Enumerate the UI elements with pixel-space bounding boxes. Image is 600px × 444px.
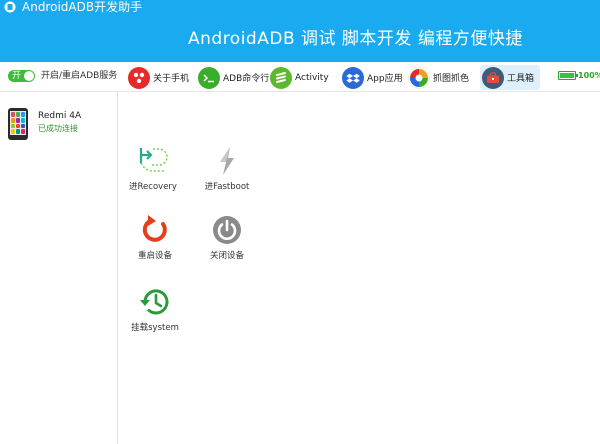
color-wheel-icon	[408, 66, 430, 89]
adb-service-toggle[interactable]: 开	[8, 70, 35, 82]
enter-recovery-button[interactable]: 进Recovery	[121, 145, 185, 201]
window-title: AndroidADB开发助手	[22, 0, 143, 14]
layers-icon	[270, 66, 292, 89]
device-name: Redmi 4A	[38, 111, 82, 121]
tool-about-phone[interactable]: 关于手机	[128, 65, 189, 90]
tool-capture-color[interactable]: 抓图抓色	[408, 65, 469, 90]
tool-label: 抓图抓色	[433, 74, 470, 84]
power-icon	[213, 216, 241, 244]
dropbox-icon	[342, 66, 364, 89]
tool-label: Activity	[295, 72, 329, 83]
tool-activity[interactable]: Activity	[270, 65, 329, 90]
action-label: 进Recovery	[129, 182, 177, 192]
device-entry[interactable]: Redmi 4A 已成功连接	[6, 106, 114, 142]
tool-app[interactable]: App应用	[342, 65, 403, 90]
tool-label: 关于手机	[153, 74, 190, 84]
shutdown-device-button[interactable]: 关闭设备	[195, 214, 259, 270]
recovery-icon	[139, 148, 168, 172]
toggle-text: 开	[12, 71, 22, 81]
history-icon	[140, 289, 169, 315]
battery-fill	[560, 73, 574, 78]
lightning-icon	[220, 147, 234, 175]
adb-service-label[interactable]: 开启/重启ADB服务	[41, 70, 117, 82]
app-logo-icon	[4, 1, 16, 13]
action-label: 关闭设备	[209, 251, 244, 261]
device-status: 已成功连接	[38, 124, 78, 133]
mount-system-button[interactable]: 挂载system	[123, 286, 187, 342]
tool-label: ADB命令行	[223, 74, 270, 84]
tool-label: App应用	[367, 74, 403, 84]
device-panel: Redmi 4A 已成功连接	[0, 92, 118, 444]
restart-device-button[interactable]: 重启设备	[123, 214, 187, 270]
phone-icon	[8, 108, 28, 140]
restart-icon	[142, 215, 167, 242]
banner-slogan: AndroidADB 调试 脚本开发 编程方便快捷	[188, 29, 523, 49]
tool-adb-command-line[interactable]: ADB命令行	[198, 65, 269, 90]
app-window: AndroidADB开发助手 AndroidADB 调试 脚本开发 编程方便快捷…	[0, 0, 600, 444]
battery-icon	[558, 71, 578, 80]
action-label: 进Fastboot	[204, 182, 250, 192]
enter-fastboot-button[interactable]: 进Fastboot	[195, 145, 259, 201]
tool-toolbox[interactable]: 工具箱	[480, 65, 541, 90]
action-label: 挂载system	[131, 323, 179, 333]
tool-label: 工具箱	[507, 74, 535, 84]
toolbox-icon	[482, 66, 504, 89]
main-toolbar: 开 开启/重启ADB服务 关于手机 ADB命令行 Activity App应用 …	[0, 62, 600, 92]
battery-percent: 100%	[578, 71, 600, 80]
terminal-icon	[198, 66, 220, 89]
header-banner: AndroidADB开发助手 AndroidADB 调试 脚本开发 编程方便快捷	[0, 0, 600, 62]
toggle-knob	[24, 71, 34, 81]
dots-icon	[128, 66, 150, 89]
action-label: 重启设备	[137, 251, 172, 261]
